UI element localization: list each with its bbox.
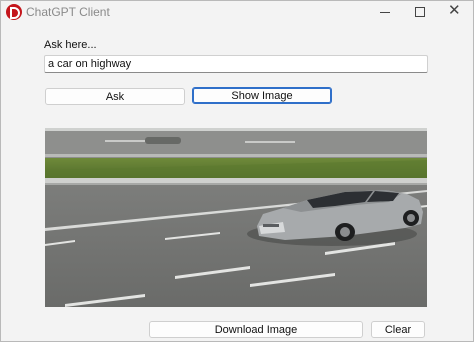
close-icon: ✕ (448, 2, 461, 19)
maximize-button[interactable] (402, 1, 438, 23)
maximize-icon (415, 7, 425, 17)
app-logo-icon (6, 4, 22, 20)
ask-label: Ask here... (44, 39, 97, 51)
clear-button[interactable]: Clear (371, 321, 425, 338)
generated-image (45, 128, 427, 307)
app-window: ChatGPT Client ✕ Ask here... Ask Show Im… (0, 0, 474, 342)
minimize-button[interactable] (366, 1, 402, 23)
show-image-button[interactable]: Show Image (192, 87, 332, 104)
download-image-button[interactable]: Download Image (149, 321, 363, 338)
ask-button[interactable]: Ask (45, 88, 185, 105)
query-input[interactable] (44, 55, 428, 73)
car-on-highway-image (45, 128, 427, 307)
window-title: ChatGPT Client (26, 5, 110, 19)
close-button[interactable]: ✕ (437, 1, 473, 23)
minimize-icon (380, 12, 390, 13)
title-bar: ChatGPT Client ✕ (1, 1, 473, 23)
